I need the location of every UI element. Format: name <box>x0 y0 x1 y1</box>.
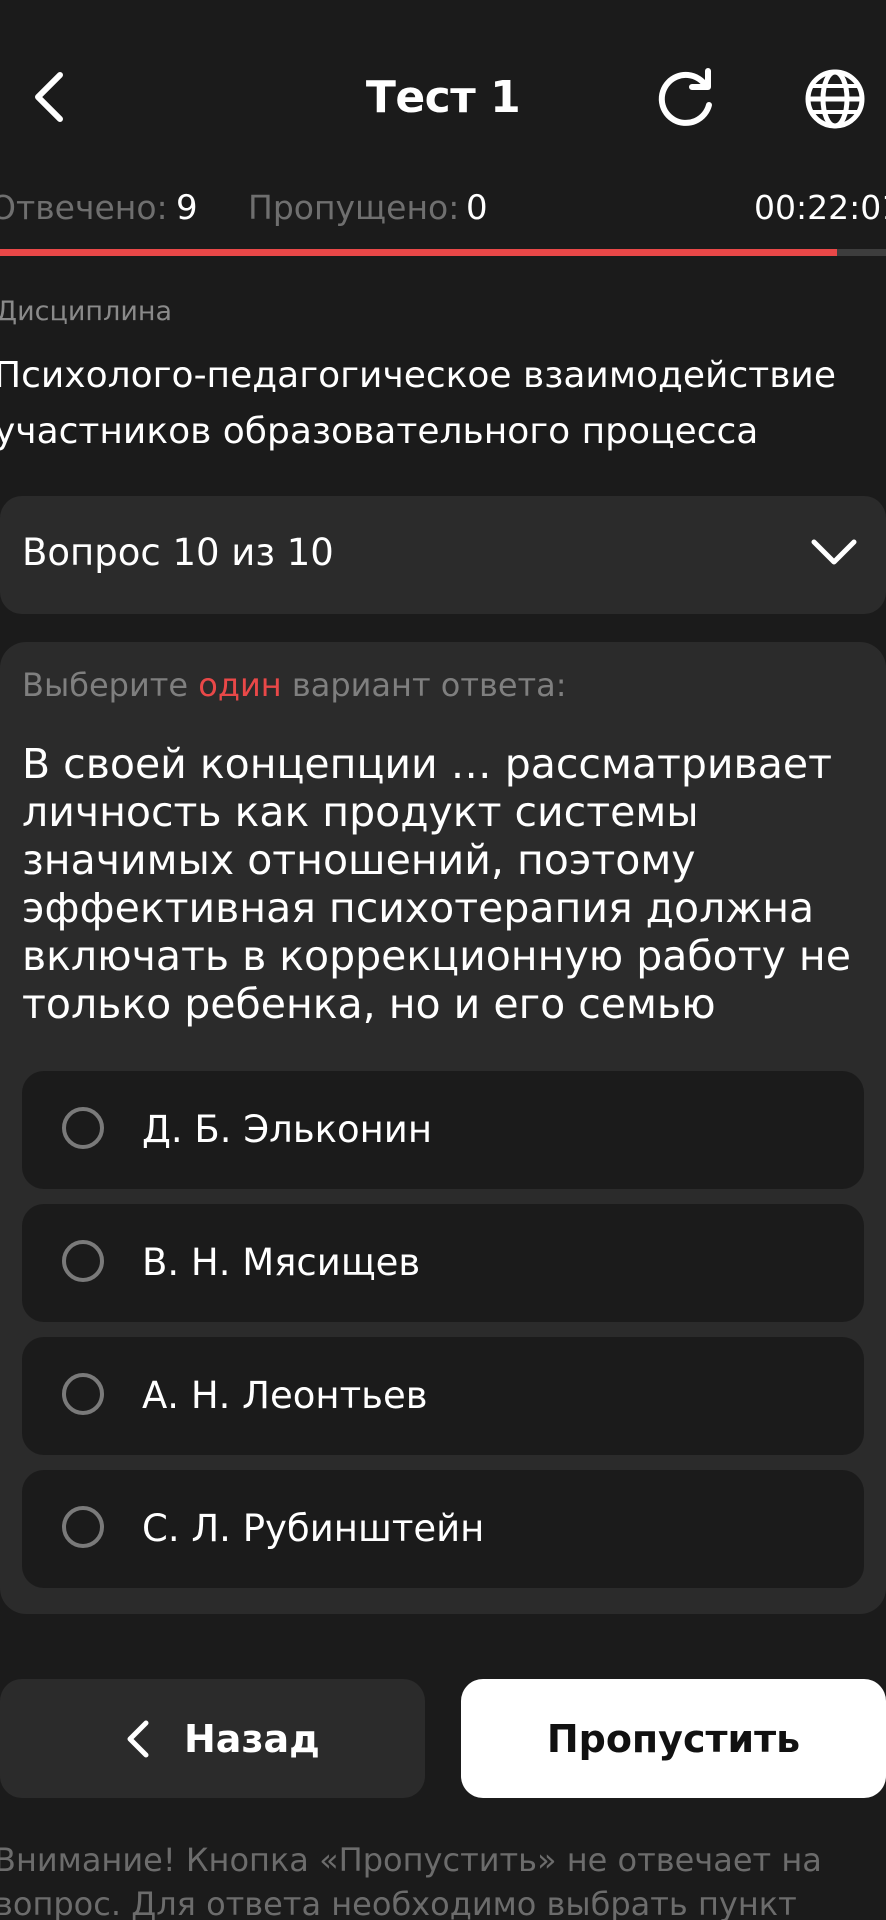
skipped-label: Пропущено: <box>248 188 460 227</box>
discipline-title: Психолого-педагогическое взаимодействие … <box>0 355 836 452</box>
chevron-left-icon <box>35 72 63 122</box>
skip-button-label: Пропустить <box>546 1717 801 1761</box>
radio-icon <box>62 1373 104 1415</box>
skip-notice: Внимание! Кнопка «Пропустить» не отвечае… <box>0 1841 822 1920</box>
answer-option-label: Д. Б. Эльконин <box>142 1108 433 1151</box>
timer: 00:22:01 <box>754 188 886 227</box>
answer-option-label: А. Н. Леонтьев <box>142 1374 428 1417</box>
answer-option-label: В. Н. Мясищев <box>142 1241 421 1284</box>
question-selector-dropdown[interactable]: Вопрос 10 из 10 <box>0 496 886 614</box>
discipline-label: Дисциплина <box>0 296 173 327</box>
answer-option[interactable]: В. Н. Мясищев <box>22 1204 864 1322</box>
instruction-text-after: вариант ответа: <box>281 666 567 704</box>
back-button[interactable] <box>14 60 82 134</box>
instruction-accent-word: один <box>198 666 282 704</box>
language-button[interactable] <box>790 60 880 138</box>
test-screen: Тест 1 Отвечено: 9 Пропущено: 0 00:22:01… <box>0 0 886 1920</box>
skipped-count: 0 <box>466 188 488 228</box>
progress-bar <box>0 249 886 256</box>
page-title: Тест 1 <box>365 72 521 123</box>
question-selector-label: Вопрос 10 из 10 <box>22 531 334 574</box>
answer-instruction: Выберите один вариант ответа: <box>22 666 567 704</box>
instruction-text-before: Выберите <box>22 666 199 704</box>
previous-question-label: Назад <box>184 1717 320 1761</box>
answer-option[interactable]: А. Н. Леонтьев <box>22 1337 864 1455</box>
answer-option[interactable]: Д. Б. Эльконин <box>22 1071 864 1189</box>
previous-question-button[interactable]: Назад <box>0 1679 425 1798</box>
question-text: В своей концепции … рассматривает личнос… <box>22 740 851 1028</box>
answer-option[interactable]: С. Л. Рубинштейн <box>22 1470 864 1588</box>
answered-label: Отвечено: <box>0 188 168 227</box>
skip-button[interactable]: Пропустить <box>461 1679 886 1798</box>
chevron-left-icon <box>127 1720 149 1758</box>
radio-icon <box>62 1107 104 1149</box>
radio-icon <box>62 1506 104 1548</box>
progress-bar-fill <box>0 249 838 256</box>
refresh-icon <box>658 68 712 126</box>
answer-option-label: С. Л. Рубинштейн <box>142 1507 485 1550</box>
chevron-down-icon <box>811 539 857 565</box>
globe-icon <box>805 69 865 129</box>
answered-count: 9 <box>176 188 198 228</box>
radio-icon <box>62 1240 104 1282</box>
refresh-button[interactable] <box>644 62 728 134</box>
